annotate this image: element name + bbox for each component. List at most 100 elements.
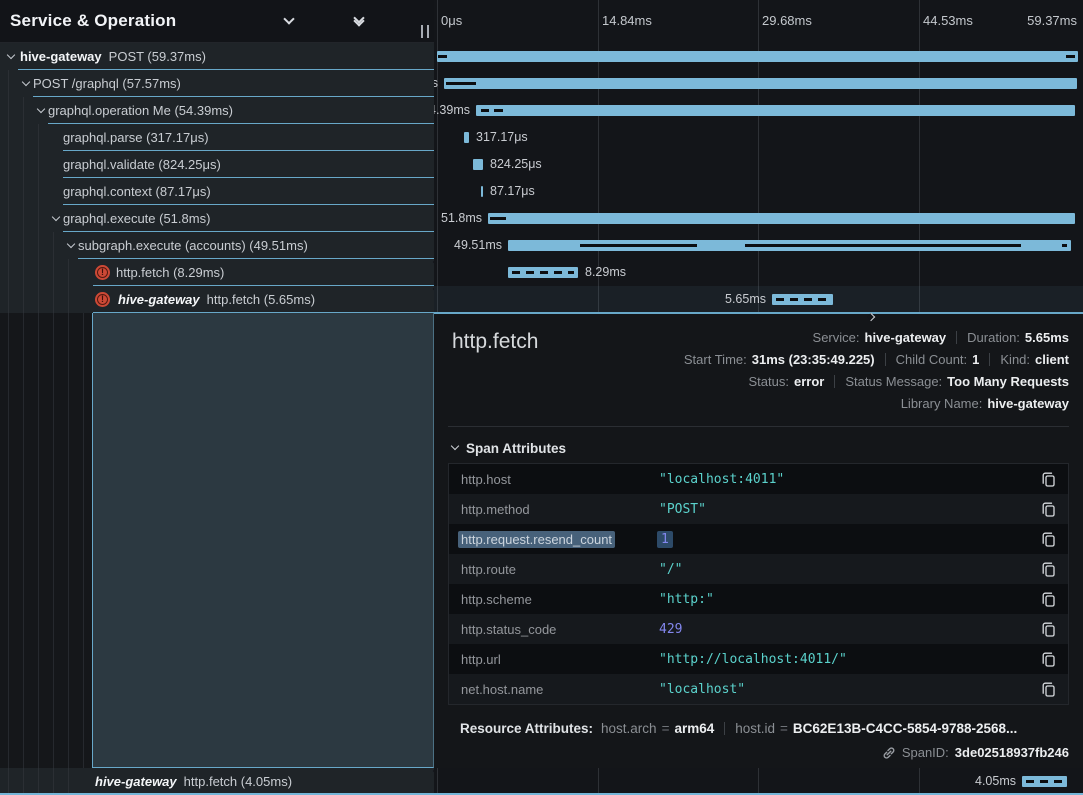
tree-header: Service & Operation: [0, 0, 434, 43]
tree-row-graphql-execute[interactable]: graphql.execute (51.8ms): [0, 205, 434, 232]
expand-all-icon[interactable]: [351, 13, 367, 29]
chevron-down-icon[interactable]: [34, 110, 48, 112]
tree-row-graphql-operation[interactable]: graphql.operation Me (54.39ms): [0, 97, 434, 124]
attribute-row: http.method "POST": [449, 494, 1068, 524]
timeline-row-selected[interactable]: 5.65ms: [434, 286, 1083, 313]
timeline-row[interactable]: 54.39ms: [434, 97, 1083, 124]
tree-row-http-fetch-1[interactable]: http.fetch (8.29ms): [0, 259, 434, 286]
duration-label: 5.65ms: [725, 292, 766, 306]
link-icon[interactable]: [882, 746, 896, 760]
ruler-tick: 44.53ms: [923, 13, 973, 28]
timeline-row[interactable]: 824.25μs: [434, 151, 1083, 178]
span-bar[interactable]: 5.65ms: [772, 294, 833, 305]
tree-row-http-fetch-3[interactable]: hive-gateway http.fetch (4.05ms): [0, 768, 434, 795]
ruler-tick: 29.68ms: [762, 13, 812, 28]
span-bar[interactable]: [437, 51, 1078, 62]
meta-value: hive-gateway: [865, 330, 947, 345]
span-bar[interactable]: 317.17μs: [464, 132, 469, 143]
copy-icon[interactable]: [1040, 652, 1056, 667]
child-span-mark: [494, 109, 503, 112]
copy-icon[interactable]: [1040, 502, 1056, 517]
timeline-row[interactable]: 57.57ms: [434, 70, 1083, 97]
meta-label: Duration:: [967, 330, 1020, 345]
chevron-down-icon[interactable]: [64, 245, 78, 247]
chevron-down-icon[interactable]: [4, 56, 18, 58]
span-attributes-section: Span Attributes http.host "localhost:401…: [448, 426, 1069, 705]
tree-row-post-graphql[interactable]: POST /graphql (57.57ms): [0, 70, 434, 97]
attribute-key: http.status_code: [461, 622, 659, 637]
timeline-row[interactable]: 4.05ms: [434, 768, 1083, 795]
timeline-row[interactable]: 317.17μs: [434, 124, 1083, 151]
span-bar[interactable]: 824.25μs: [473, 159, 483, 170]
attribute-key: http.route: [461, 562, 659, 577]
chevron-down-icon[interactable]: [19, 83, 33, 85]
child-span-mark: [438, 55, 447, 58]
resource-attr-key: host.id: [735, 721, 775, 736]
duration-label: 51.8ms: [441, 211, 482, 225]
duration-label: 54.39ms: [434, 103, 470, 117]
ruler-tick: 14.84ms: [602, 13, 652, 28]
span-bar[interactable]: 8.29ms: [508, 267, 578, 278]
span-tree-pane: Service & Operation hive-gateway POST (5…: [0, 0, 434, 795]
resource-attributes-row[interactable]: Resource Attributes: host.arch = arm64 h…: [448, 717, 1069, 739]
collapse-one-level-icon[interactable]: [316, 13, 332, 29]
copy-icon[interactable]: [1040, 562, 1056, 577]
span-service: hive-gateway: [20, 49, 102, 64]
attribute-row: http.route "/": [449, 554, 1068, 584]
tree-header-title: Service & Operation: [10, 11, 176, 31]
tree-row-http-fetch-2-selected[interactable]: hive-gateway http.fetch (5.65ms): [0, 286, 434, 313]
span-label: graphql.execute (51.8ms): [63, 211, 210, 226]
span-label: POST /graphql (57.57ms): [33, 76, 181, 91]
span-bar[interactable]: 4.05ms: [1022, 776, 1067, 787]
tree-row-graphql-context[interactable]: graphql.context (87.17μs): [0, 178, 434, 205]
tree-row-post[interactable]: hive-gateway POST (59.37ms): [0, 43, 434, 70]
meta-divider: [956, 331, 957, 344]
span-label: graphql.context (87.17μs): [63, 184, 211, 199]
child-span-mark: [446, 82, 476, 85]
pane-resize-handle[interactable]: [421, 25, 429, 38]
span-id-row: SpanID: 3de02518937fb246: [448, 745, 1069, 760]
ruler-tick: 59.37ms: [1027, 13, 1077, 28]
error-icon: [95, 292, 110, 307]
span-bar[interactable]: 54.39ms: [476, 105, 1075, 116]
chevron-down-icon[interactable]: [49, 218, 63, 220]
copy-icon[interactable]: [1040, 622, 1056, 637]
meta-value: error: [794, 374, 824, 389]
selected-span-detail-backdrop: [92, 313, 434, 768]
span-id-value: 3de02518937fb246: [955, 745, 1069, 760]
timeline-row[interactable]: 49.51ms: [434, 232, 1083, 259]
span-service: hive-gateway: [118, 292, 200, 307]
child-span-mark: [745, 244, 1021, 247]
attribute-value: "http://localhost:4011/": [659, 652, 1040, 667]
tree-row-subgraph-execute[interactable]: subgraph.execute (accounts) (49.51ms): [0, 232, 434, 259]
span-bar[interactable]: 51.8ms: [488, 213, 1075, 224]
meta-label: Kind:: [1000, 352, 1030, 367]
collapse-all-icon[interactable]: [386, 13, 402, 29]
ruler-tick: 0μs: [441, 13, 462, 28]
span-attributes-title: Span Attributes: [466, 441, 566, 456]
span-label: graphql.validate (824.25μs): [63, 157, 221, 172]
timeline-row[interactable]: 51.8ms: [434, 205, 1083, 232]
copy-icon[interactable]: [1040, 682, 1056, 697]
timeline-row[interactable]: 8.29ms: [434, 259, 1083, 286]
timeline-row[interactable]: 87.17μs: [434, 178, 1083, 205]
tree-row-graphql-parse[interactable]: graphql.parse (317.17μs): [0, 124, 434, 151]
meta-label: Library Name:: [901, 396, 983, 411]
copy-icon[interactable]: [1040, 532, 1056, 547]
meta-label: Child Count:: [896, 352, 968, 367]
timeline-row[interactable]: [434, 43, 1083, 70]
meta-value: 5.65ms: [1025, 330, 1069, 345]
copy-icon[interactable]: [1040, 472, 1056, 487]
span-bar[interactable]: 49.51ms: [508, 240, 1071, 251]
span-bar[interactable]: 57.57ms: [444, 78, 1077, 89]
copy-icon[interactable]: [1040, 592, 1056, 607]
expand-one-level-icon[interactable]: [281, 13, 297, 29]
meta-value: Too Many Requests: [947, 374, 1069, 389]
span-label: POST (59.37ms): [109, 49, 206, 64]
tree-row-graphql-validate[interactable]: graphql.validate (824.25μs): [0, 151, 434, 178]
span-bar[interactable]: 87.17μs: [481, 186, 483, 197]
attribute-value: 1: [659, 532, 1040, 547]
attribute-key: http.url: [461, 652, 659, 667]
span-attributes-header[interactable]: Span Attributes: [448, 436, 1069, 460]
attribute-value: "http:": [659, 592, 1040, 607]
